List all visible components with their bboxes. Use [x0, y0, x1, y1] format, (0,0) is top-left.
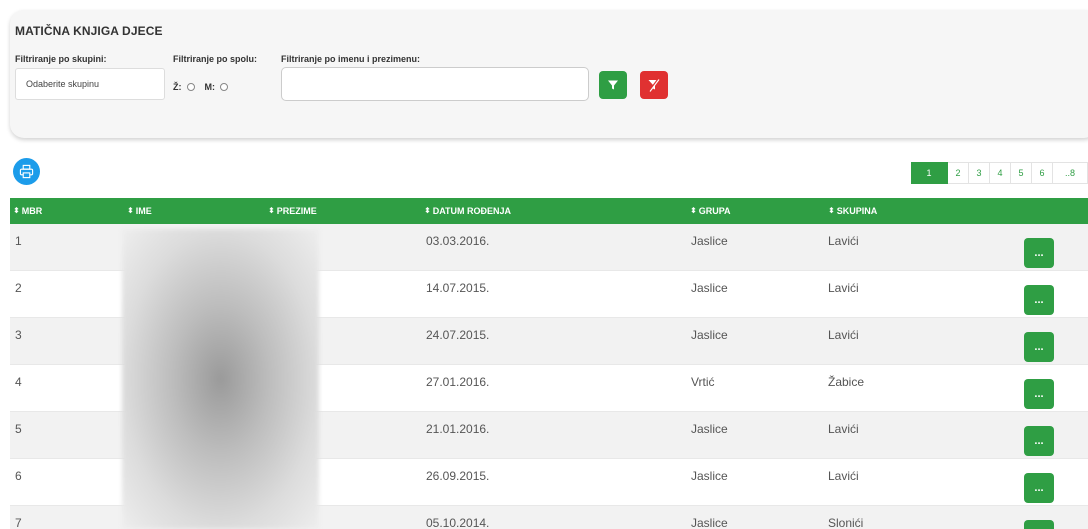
cell-datum: 24.07.2015. — [426, 328, 490, 342]
cell-mbr: 5 — [15, 422, 22, 436]
sort-icon: ⬍ — [828, 206, 835, 215]
cell-grupa: Jaslice — [691, 281, 728, 295]
sort-icon: ⬍ — [690, 206, 697, 215]
cell-datum: 14.07.2015. — [426, 281, 490, 295]
more-icon: ... — [1034, 482, 1044, 494]
row-actions-button[interactable]: ... — [1024, 332, 1054, 362]
print-button[interactable] — [13, 158, 40, 185]
cell-skupina: Slonići — [828, 516, 864, 529]
cell-datum: 21.01.2016. — [426, 422, 490, 436]
cell-grupa: Jaslice — [691, 469, 728, 483]
more-icon: ... — [1034, 247, 1044, 259]
page-title: MATIČNA KNJIGA DJECE — [15, 24, 163, 38]
page-5-button[interactable]: 5 — [1011, 162, 1032, 184]
row-actions-button[interactable]: ... — [1024, 473, 1054, 503]
group-select[interactable]: Odaberite skupinu — [15, 68, 165, 100]
cell-grupa: Jaslice — [691, 328, 728, 342]
name-filter-label: Filtriranje po imenu i prezimenu: — [281, 54, 421, 64]
sort-icon: ⬍ — [268, 206, 275, 215]
table-header: ⬍ MBR ⬍ IME ⬍ PREZIME ⬍ DATUM ROĐENJA ⬍ GRUPA… — [10, 198, 1088, 224]
pagination: 1 2 3 4 5 6 ..8 — [911, 162, 1088, 184]
cell-skupina: Lavići — [828, 328, 859, 342]
cell-datum: 26.09.2015. — [426, 469, 490, 483]
row-actions-button[interactable]: ... — [1024, 238, 1054, 268]
cell-datum: 03.03.2016. — [426, 234, 490, 248]
more-icon: ... — [1034, 294, 1044, 306]
row-actions-button[interactable]: ... — [1024, 285, 1054, 315]
page-last-button[interactable]: ..8 — [1053, 162, 1088, 184]
filter-clear-icon — [648, 78, 660, 92]
gender-female-radio[interactable] — [186, 83, 195, 91]
cell-datum: 05.10.2014. — [426, 516, 490, 529]
cell-skupina: Žabice — [828, 375, 865, 389]
gender-male-label: M: — [204, 82, 216, 92]
page-3-button[interactable]: 3 — [969, 162, 990, 184]
cell-mbr: 6 — [15, 469, 22, 483]
apply-filter-button[interactable] — [599, 71, 627, 99]
column-header-ime[interactable]: ⬍ IME — [127, 198, 152, 224]
redacted-names-blur — [122, 229, 319, 529]
cell-mbr: 1 — [15, 234, 22, 248]
cell-skupina: Lavići — [828, 281, 859, 295]
cell-mbr: 7 — [15, 516, 22, 529]
page-4-button[interactable]: 4 — [990, 162, 1011, 184]
row-actions-button[interactable]: ... — [1024, 379, 1054, 409]
cell-mbr: 3 — [15, 328, 22, 342]
column-header-datum[interactable]: ⬍ DATUM ROĐENJA — [424, 198, 511, 224]
gender-radio-group: Ž: M: — [173, 82, 228, 92]
cell-mbr: 4 — [15, 375, 22, 389]
cell-skupina: Lavići — [828, 422, 859, 436]
row-actions-button[interactable]: ... — [1024, 426, 1054, 456]
column-header-mbr[interactable]: ⬍ MBR — [13, 198, 42, 224]
more-icon: ... — [1034, 435, 1044, 447]
cell-grupa: Jaslice — [691, 234, 728, 248]
sort-icon: ⬍ — [127, 206, 134, 215]
gender-female-label: Ž: — [173, 82, 182, 92]
page-2-button[interactable]: 2 — [948, 162, 969, 184]
sort-icon: ⬍ — [424, 206, 431, 215]
column-header-grupa[interactable]: ⬍ GRUPA — [690, 198, 731, 224]
cell-datum: 27.01.2016. — [426, 375, 490, 389]
more-icon: ... — [1034, 341, 1044, 353]
name-filter-input[interactable] — [281, 67, 589, 101]
filter-panel: MATIČNA KNJIGA DJECE Filtriranje po skup… — [10, 10, 1088, 138]
column-header-prezime[interactable]: ⬍ PREZIME — [268, 198, 317, 224]
gender-male-radio[interactable] — [220, 83, 228, 91]
column-header-skupina[interactable]: ⬍ SKUPINA — [828, 198, 877, 224]
group-filter-label: Filtriranje po skupini: — [15, 54, 107, 64]
cell-grupa: Jaslice — [691, 422, 728, 436]
printer-icon — [19, 164, 34, 179]
more-icon: ... — [1034, 388, 1044, 400]
page-6-button[interactable]: 6 — [1032, 162, 1053, 184]
row-actions-button[interactable]: ... — [1024, 520, 1054, 529]
cell-skupina: Lavići — [828, 234, 859, 248]
cell-mbr: 2 — [15, 281, 22, 295]
filter-icon — [608, 80, 618, 90]
clear-filter-button[interactable] — [640, 71, 668, 99]
cell-skupina: Lavići — [828, 469, 859, 483]
gender-filter-label: Filtriranje po spolu: — [173, 54, 258, 64]
sort-icon: ⬍ — [13, 206, 20, 215]
page-1-button[interactable]: 1 — [911, 162, 948, 184]
cell-grupa: Jaslice — [691, 516, 728, 529]
cell-grupa: Vrtić — [691, 375, 715, 389]
